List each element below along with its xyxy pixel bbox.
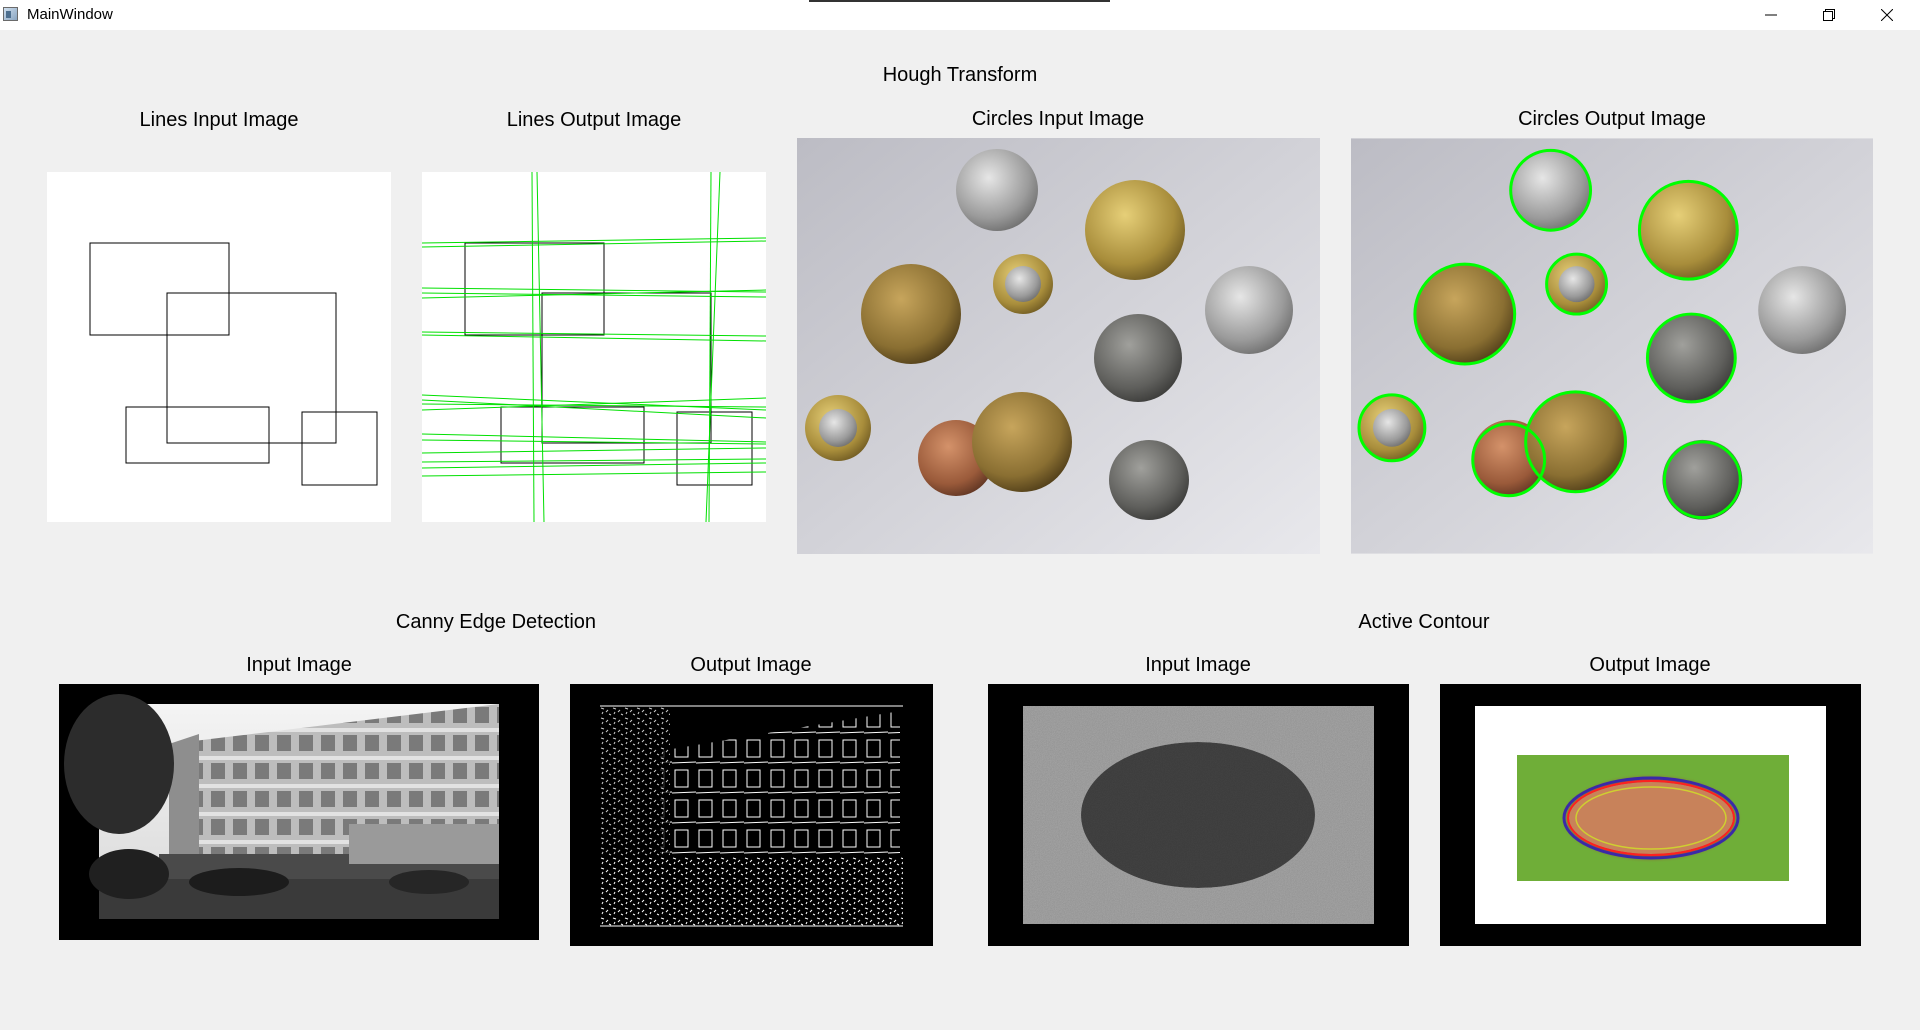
maximize-button[interactable]	[1800, 0, 1858, 30]
close-button[interactable]	[1858, 0, 1916, 30]
contour-input-label: Input Image	[1145, 654, 1251, 676]
canny-input-label: Input Image	[246, 654, 352, 676]
circles-input-label: Circles Input Image	[971, 108, 1145, 130]
circles-input-image	[797, 138, 1320, 554]
circles-output-image	[1351, 138, 1873, 554]
active-contour-section-title: Active Contour	[1358, 611, 1490, 633]
canny-output-label: Output Image	[690, 654, 812, 676]
hough-section-title: Hough Transform	[882, 64, 1038, 86]
lines-output-label: Lines Output Image	[506, 109, 682, 131]
contour-input-image	[988, 684, 1409, 946]
restore-icon	[1823, 9, 1835, 21]
close-icon	[1881, 9, 1893, 21]
contour-output-label: Output Image	[1589, 654, 1711, 676]
minimize-icon	[1765, 14, 1777, 16]
window-title: MainWindow	[27, 6, 113, 23]
title-bar[interactable]: MainWindow	[0, 0, 1920, 30]
canny-input-image	[59, 684, 539, 940]
snap-indicator	[809, 0, 1110, 2]
lines-output-image	[422, 172, 766, 522]
canny-output-image	[570, 684, 933, 946]
canny-section-title: Canny Edge Detection	[395, 611, 597, 633]
minimize-button[interactable]	[1742, 0, 1800, 30]
app-icon	[3, 7, 18, 21]
circles-output-label: Circles Output Image	[1518, 108, 1706, 130]
lines-input-image	[47, 172, 391, 522]
contour-output-image	[1440, 684, 1861, 946]
lines-input-label: Lines Input Image	[139, 109, 299, 131]
